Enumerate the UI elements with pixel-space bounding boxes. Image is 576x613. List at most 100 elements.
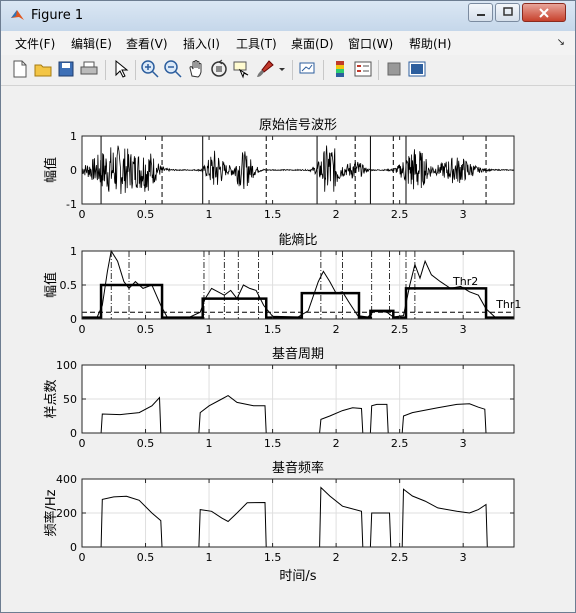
open-file-icon[interactable] bbox=[33, 59, 53, 79]
data-cursor-icon[interactable] bbox=[232, 59, 252, 79]
x-tick-label: 0.5 bbox=[137, 551, 155, 564]
y-tick-label: 0 bbox=[70, 313, 77, 326]
print-icon[interactable] bbox=[79, 59, 99, 79]
subplot-1: 0 0.5 1 1.5 2 2.5 3-101原始信号波形幅值 bbox=[43, 118, 515, 221]
new-figure-icon[interactable] bbox=[10, 59, 30, 79]
x-tick-label: 2 bbox=[333, 323, 340, 336]
thr1-label: Thr1 bbox=[495, 298, 521, 311]
y-axis-label: 样点数 bbox=[44, 379, 59, 418]
x-tick-label: 0 bbox=[79, 208, 86, 221]
x-tick-label: 3 bbox=[460, 437, 467, 450]
y-tick-label: 50 bbox=[63, 393, 77, 406]
legend-icon[interactable] bbox=[353, 59, 373, 79]
figure-canvas: 0 0.5 1 1.5 2 2.5 3 -1 0 1 原始信号波形 幅值 Thr2 Thr1 0 0.5 1 1.… bbox=[5, 87, 571, 607]
title-bar[interactable]: Figure 1 bbox=[1, 1, 575, 31]
y-tick-label: 400 bbox=[56, 473, 77, 486]
y-axis-label: 频率/Hz bbox=[43, 489, 59, 536]
x-tick-label: 2.5 bbox=[391, 437, 409, 450]
chevron-down-icon[interactable] bbox=[277, 59, 287, 79]
x-tick-label: 1 bbox=[206, 437, 213, 450]
x-tick-label: 1 bbox=[206, 208, 213, 221]
matlab-logo-icon bbox=[11, 10, 24, 20]
brush-icon[interactable] bbox=[255, 59, 275, 79]
menu-file[interactable]: 文件(F) bbox=[15, 35, 55, 52]
maximize-button[interactable] bbox=[495, 3, 520, 22]
x-axis-label: 时间/s bbox=[279, 569, 316, 584]
y-tick-label: 1 bbox=[70, 245, 77, 258]
subplot-3: 0 0.5 1 1.5 2 2.5 3 0 50 100 基音周期样点数 bbox=[44, 346, 515, 450]
toolbar-separator bbox=[378, 60, 379, 80]
x-tick-label: 2.5 bbox=[391, 551, 409, 564]
subplot-2: Thr2 Thr1 0 0.5 1 1.5 2 2.5 3 0 0.5 1 能熵比幅值 bbox=[43, 232, 521, 336]
rotate-3d-icon[interactable] bbox=[209, 59, 229, 79]
subplot-title: 能熵比 bbox=[278, 232, 317, 248]
menu-insert[interactable]: 插入(I) bbox=[183, 35, 220, 52]
menu-help[interactable]: 帮助(H) bbox=[409, 35, 451, 52]
subplot-figure: 0 0.5 1 1.5 2 2.5 3-101原始信号波形幅值Thr2Thr10 0.5 1 1.… bbox=[43, 118, 521, 584]
pan-icon[interactable] bbox=[186, 59, 206, 79]
zoom-out-icon[interactable] bbox=[163, 59, 183, 79]
y-axis-label: 幅值 bbox=[43, 157, 59, 183]
toolbar-separator bbox=[323, 60, 324, 80]
toolbar-separator bbox=[105, 60, 106, 80]
maximize-icon bbox=[502, 7, 513, 16]
x-tick-label: 2 bbox=[333, 437, 340, 450]
y-tick-label: 0.5 bbox=[60, 279, 78, 292]
x-tick-label: 0 bbox=[79, 323, 86, 336]
toolbar-separator bbox=[135, 60, 136, 80]
subplot-title: 基音周期 bbox=[272, 346, 324, 362]
subplot-title: 基音频率 bbox=[272, 460, 324, 476]
y-tick-label: -1 bbox=[66, 198, 77, 211]
menu-overflow-icon[interactable]: ↘ bbox=[557, 37, 565, 48]
y-tick-label: 100 bbox=[56, 359, 77, 372]
toolbar bbox=[1, 55, 575, 86]
toolbar-separator bbox=[292, 60, 293, 80]
y-axis-label: 幅值 bbox=[43, 272, 59, 298]
show-plot-tools-icon[interactable] bbox=[407, 59, 427, 79]
menu-window[interactable]: 窗口(W) bbox=[348, 35, 393, 52]
x-tick-label: 0 bbox=[79, 551, 86, 564]
x-tick-label: 1 bbox=[206, 551, 213, 564]
x-tick-label: 0.5 bbox=[137, 323, 155, 336]
window-title: Figure 1 bbox=[31, 8, 84, 23]
menu-tools[interactable]: 工具(T) bbox=[236, 35, 277, 52]
subplot-title: 原始信号波形 bbox=[259, 118, 337, 133]
edit-plot-icon[interactable] bbox=[111, 59, 131, 79]
menu-edit[interactable]: 编辑(E) bbox=[71, 35, 112, 52]
zoom-in-icon[interactable] bbox=[140, 59, 160, 79]
x-tick-label: 3 bbox=[460, 551, 467, 564]
minimize-button[interactable] bbox=[468, 3, 493, 22]
x-tick-label: 2.5 bbox=[391, 208, 409, 221]
thr2-label: Thr2 bbox=[452, 275, 478, 288]
y-tick-label: 0 bbox=[70, 164, 77, 177]
x-tick-label: 0 bbox=[79, 437, 86, 450]
figure-window: Figure 1 文件(F) 编辑(E) 查看(V) 插入(I) 工具(T) 桌… bbox=[0, 0, 576, 613]
subplot-4: 0 0.5 1 1.5 2 2.5 3 0 200 400 基音频率频率/Hz 时间/s bbox=[43, 460, 515, 584]
x-tick-label: 2.5 bbox=[391, 323, 409, 336]
hide-plot-tools-icon[interactable] bbox=[384, 59, 404, 79]
x-tick-label: 0.5 bbox=[137, 437, 155, 450]
close-icon bbox=[539, 8, 549, 18]
colorbar-icon[interactable] bbox=[330, 59, 350, 79]
x-tick-label: 1.5 bbox=[264, 551, 282, 564]
save-icon[interactable] bbox=[56, 59, 76, 79]
minimize-icon bbox=[476, 14, 485, 16]
x-tick-label: 2 bbox=[333, 208, 340, 221]
x-tick-label: 1.5 bbox=[264, 437, 282, 450]
x-tick-label: 1.5 bbox=[264, 323, 282, 336]
x-tick-label: 2 bbox=[333, 551, 340, 564]
menu-view[interactable]: 查看(V) bbox=[126, 35, 168, 52]
x-tick-label: 3 bbox=[460, 208, 467, 221]
menu-desktop[interactable]: 桌面(D) bbox=[291, 35, 334, 52]
x-tick-label: 1.5 bbox=[264, 208, 282, 221]
menu-bar: 文件(F) 编辑(E) 查看(V) 插入(I) 工具(T) 桌面(D) 窗口(W… bbox=[1, 31, 575, 55]
x-tick-label: 3 bbox=[460, 323, 467, 336]
x-tick-label: 0.5 bbox=[137, 208, 155, 221]
y-tick-label: 1 bbox=[70, 130, 77, 143]
y-tick-label: 0 bbox=[70, 541, 77, 554]
link-plot-icon[interactable] bbox=[298, 59, 318, 79]
y-tick-label: 200 bbox=[56, 507, 77, 520]
x-tick-label: 1 bbox=[206, 323, 213, 336]
close-button[interactable] bbox=[522, 3, 566, 22]
y-tick-label: 0 bbox=[70, 427, 77, 440]
